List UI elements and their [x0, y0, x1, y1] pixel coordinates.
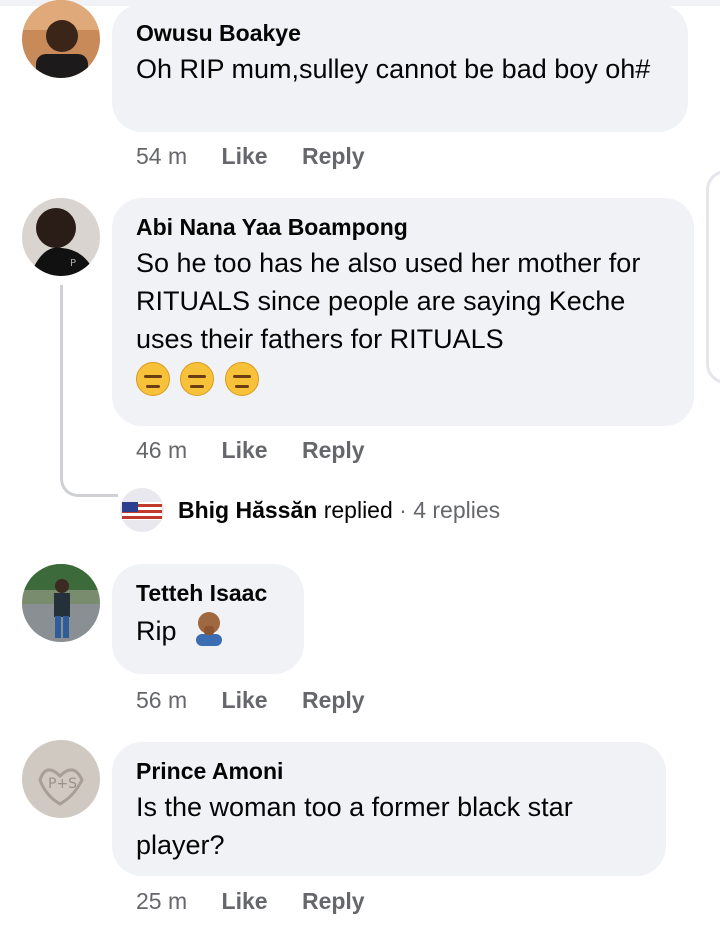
- comment-time[interactable]: 46 m: [136, 437, 187, 463]
- reply-author-name[interactable]: Bhig Hăssăn: [178, 497, 317, 523]
- comment-author[interactable]: Abi Nana Yaa Boampong: [136, 212, 670, 242]
- reply-thread-line: [60, 285, 118, 497]
- comment-bubble[interactable]: Owusu Boakye Oh RIP mum,sulley cannot be…: [112, 4, 688, 132]
- comment-text-value: Rip: [136, 616, 177, 647]
- avatar[interactable]: [22, 0, 100, 78]
- comment-meta: 56 m Like Reply: [136, 684, 393, 716]
- raised-eyebrow-emoji-icon: [224, 362, 259, 396]
- separator-dot: ·: [399, 497, 407, 523]
- comment-meta: 54 m Like Reply: [136, 140, 393, 172]
- svg-text:P+S: P+S: [48, 776, 77, 792]
- reply-button[interactable]: Reply: [302, 143, 365, 169]
- reply-button[interactable]: Reply: [302, 437, 365, 463]
- facepalm-emoji-icon: [192, 610, 226, 656]
- reply-button[interactable]: Reply: [302, 687, 365, 713]
- comment-time[interactable]: 25 m: [136, 888, 187, 914]
- comment-bubble[interactable]: Prince Amoni Is the woman too a former b…: [112, 742, 666, 876]
- comment-text: Rip: [136, 610, 280, 656]
- like-button[interactable]: Like: [222, 687, 268, 713]
- avatar[interactable]: [22, 564, 100, 642]
- comment-meta: 46 m Like Reply: [136, 434, 393, 466]
- comment-text: Is the woman too a former black star pla…: [136, 792, 573, 860]
- avatar[interactable]: P+S: [22, 740, 100, 818]
- comment-time[interactable]: 54 m: [136, 143, 187, 169]
- reply-button[interactable]: Reply: [302, 888, 365, 914]
- raised-eyebrow-emoji-icon: [136, 362, 170, 396]
- replies-summary[interactable]: Bhig Hăssăn replied · 4 replies: [178, 494, 500, 526]
- svg-text:P: P: [70, 258, 76, 269]
- reply-count[interactable]: 4 replies: [413, 497, 500, 523]
- emoji-row: [136, 362, 670, 396]
- comment-text: So he too has he also used her mother fo…: [136, 248, 641, 354]
- like-button[interactable]: Like: [222, 888, 268, 914]
- replied-label: replied: [323, 497, 393, 523]
- scroll-edge: [706, 170, 720, 384]
- comment-bubble[interactable]: Tetteh Isaac Rip: [112, 564, 304, 674]
- comment-bubble[interactable]: Abi Nana Yaa Boampong So he too has he a…: [112, 198, 694, 426]
- comment-meta: 25 m Like Reply: [136, 885, 393, 917]
- raised-eyebrow-emoji-icon: [180, 362, 215, 396]
- like-button[interactable]: Like: [222, 143, 268, 169]
- comment-time[interactable]: 56 m: [136, 687, 187, 713]
- comment-author[interactable]: Prince Amoni: [136, 756, 642, 786]
- like-button[interactable]: Like: [222, 437, 268, 463]
- comment-text: Oh RIP mum,sulley cannot be bad boy oh#: [136, 54, 651, 84]
- comment-author[interactable]: Tetteh Isaac: [136, 578, 280, 608]
- avatar: [120, 488, 164, 532]
- avatar[interactable]: P: [22, 198, 100, 276]
- comment-author[interactable]: Owusu Boakye: [136, 18, 664, 48]
